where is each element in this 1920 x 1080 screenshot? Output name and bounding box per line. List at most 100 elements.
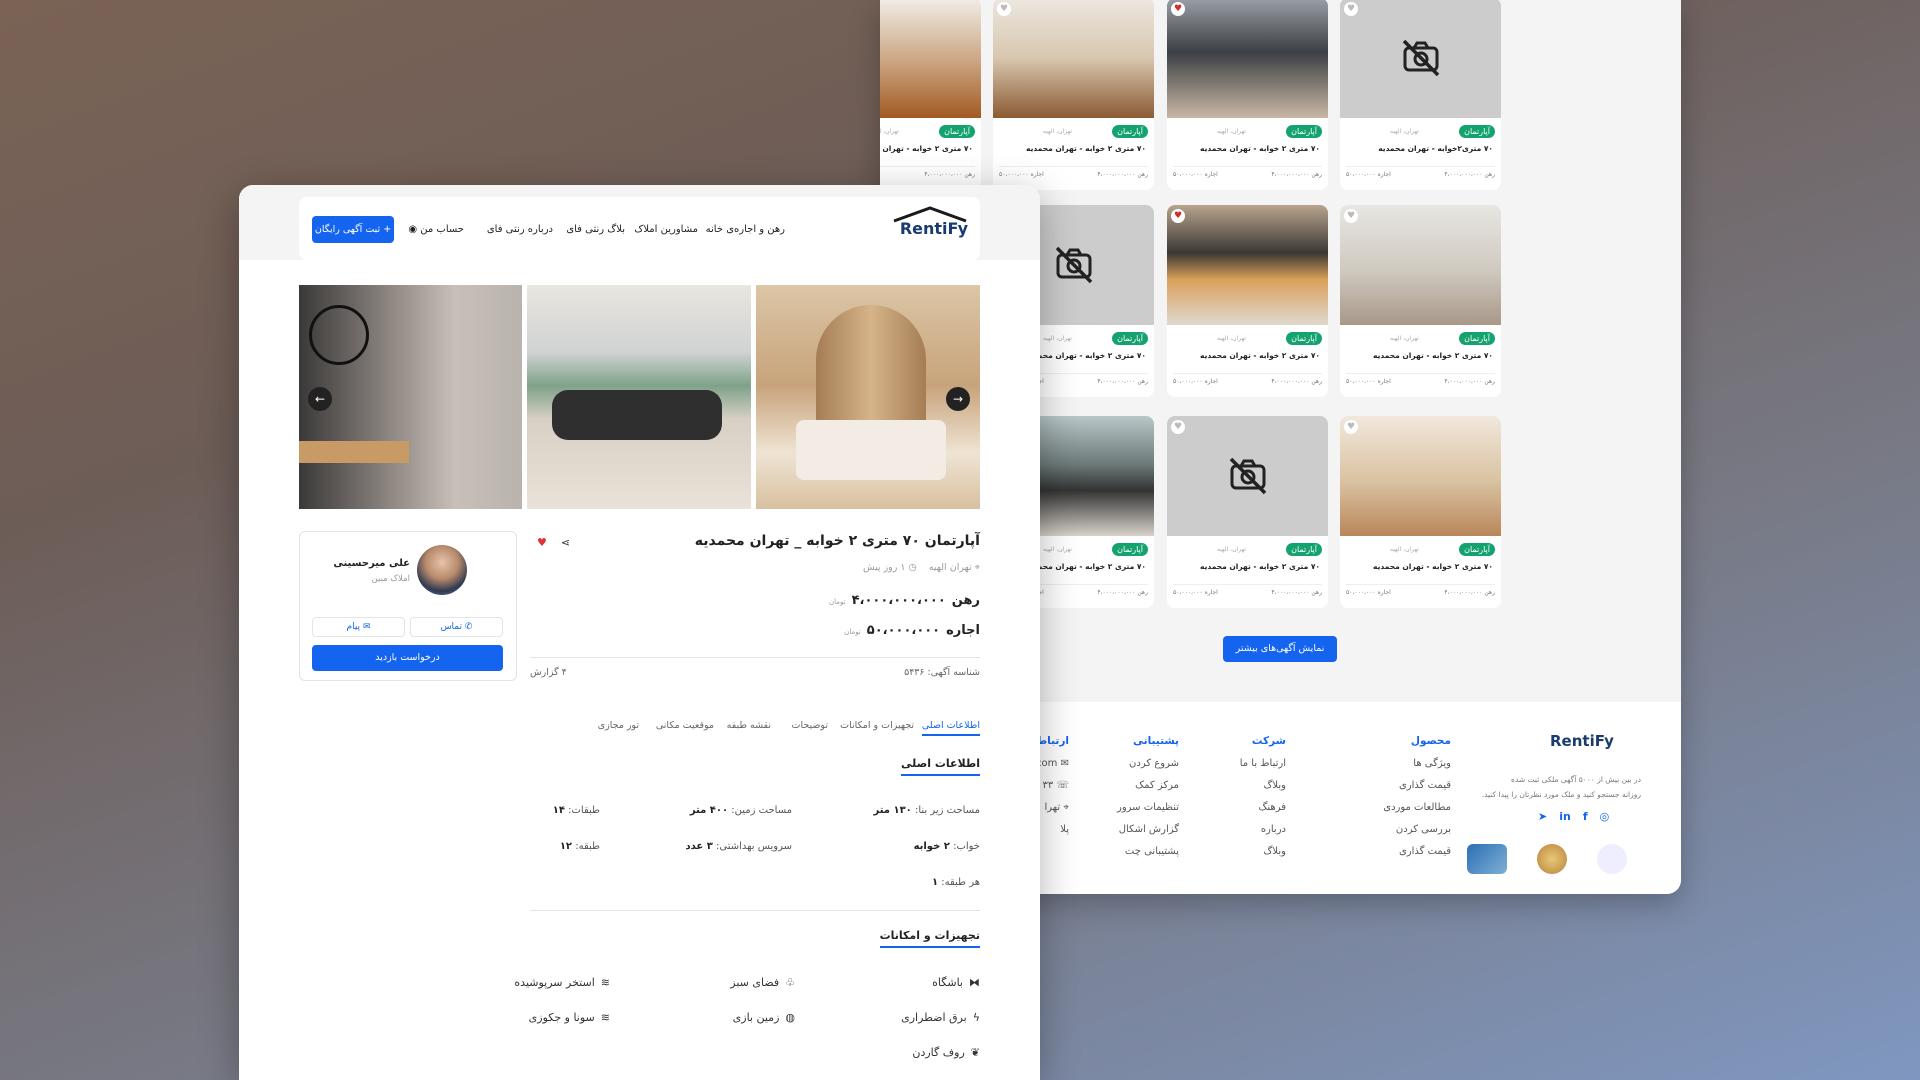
amenity-generator: ϟ برق اضطراری — [901, 1011, 980, 1024]
share-icon[interactable]: ⋖ — [561, 536, 570, 549]
listing-card[interactable]: ♥ آپارتمان تهران، الهیه ۷۰ متری ۲ خوابه … — [1167, 205, 1328, 397]
listing-detail-page: RentiFy رهن و اجاره‌ی خانه مشاورین املاک… — [239, 185, 1040, 1080]
tab-floor-plan[interactable]: نقشه طبقه — [727, 720, 771, 731]
linkedin-icon[interactable]: in — [1559, 810, 1571, 823]
listing-card[interactable]: ♥ آپارتمان تهران، الهیه ۷۰ متری۲خوابه - … — [1340, 0, 1501, 190]
agent-agency: املاک مبین — [371, 574, 410, 584]
listing-photo — [1167, 205, 1328, 325]
ad-id: شناسه آگهی: ۵۴۳۶ — [904, 667, 980, 678]
listing-photo — [1340, 205, 1501, 325]
land-area: مساحت زمین: ۴۰۰ متر — [689, 805, 792, 816]
agent-name: علی میرحسینی — [333, 558, 410, 569]
favorite-icon[interactable]: ♥ — [1344, 2, 1358, 16]
mortgage-price: رهن ۴،۰۰۰،۰۰۰،۰۰۰ تومان — [829, 593, 980, 608]
tab-main-info[interactable]: اطلاعات اصلی — [921, 720, 980, 736]
instagram-icon[interactable]: ◎ — [1600, 810, 1610, 823]
report-count[interactable]: ۴ گزارش — [530, 667, 567, 678]
plant-icon: ❦ — [970, 1046, 980, 1059]
user-icon: ◉ — [408, 224, 418, 235]
card-location: تهران، الهیه — [1390, 128, 1419, 135]
amenities-heading: تجهیزات و امکانات — [879, 929, 980, 948]
amenity-playground: ◍ زمین بازی — [732, 1011, 795, 1024]
footer-logo: RentiFy — [1550, 732, 1614, 750]
favorite-icon[interactable]: ♥ — [537, 536, 547, 549]
tab-description[interactable]: توضیحات — [792, 720, 828, 731]
favorite-icon[interactable]: ♥ — [1171, 420, 1185, 434]
floor-number: طبقه: ۱۲ — [559, 841, 600, 852]
bedrooms: خواب: ۲ خوابه — [913, 841, 980, 852]
pin-icon: ⌖ — [974, 562, 980, 573]
main-info-heading: اطلاعات اصلی — [900, 757, 980, 776]
plug-icon: ϟ — [972, 1011, 980, 1024]
agent-card: علی میرحسینی املاک مبین ✆ تماس ✉ پیام در… — [299, 531, 517, 681]
mail-icon: ✉ — [1060, 758, 1069, 769]
house-roof-icon — [893, 206, 967, 223]
show-more-button[interactable]: نمایش آگهی‌های بیشتر — [1223, 636, 1337, 662]
listing-card[interactable]: ♥ آپارتمان تهران، الهیه ۷۰ متری ۲ خوابه … — [993, 0, 1154, 190]
favorite-icon[interactable]: ♥ — [997, 2, 1011, 16]
built-area: مساحت زیر بنا: ۱۳۰ متر — [873, 805, 980, 816]
listing-card[interactable]: ♥ آپارتمان تهران، الهیه ۷۰ متری ۲ خوابه … — [1167, 416, 1328, 608]
tab-location[interactable]: موقعیت مکانی — [656, 720, 714, 731]
nav-item-rent[interactable]: رهن و اجاره‌ی خانه — [706, 224, 785, 235]
phone-icon: ✆ — [464, 622, 473, 632]
header-nav: RentiFy رهن و اجاره‌ی خانه مشاورین املاک… — [299, 197, 980, 260]
listing-photo-living[interactable] — [527, 285, 751, 509]
message-button[interactable]: ✉ پیام — [312, 617, 405, 637]
listing-location: ⌖ تهران الهیه — [928, 562, 980, 573]
badge-logo — [1467, 844, 1507, 874]
facebook-icon[interactable]: f — [1583, 810, 1588, 823]
listing-photo — [993, 0, 1154, 118]
post-ad-button[interactable]: + ثبت آگهی رایگان — [312, 216, 394, 243]
seal-logo — [1537, 844, 1567, 874]
tree-icon: ♧ — [785, 976, 795, 989]
ball-icon: ◍ — [785, 1011, 795, 1024]
rent-price: اجاره ۵۰،۰۰۰،۰۰۰ تومان — [844, 623, 980, 638]
footer-col-company: شرکت ارتباط با ما وبلاگ فرهنگ درباره وبل… — [1239, 735, 1286, 857]
telegram-icon[interactable]: ➤ — [1538, 810, 1547, 823]
tab-virtual-tour[interactable]: تور مجازی — [598, 720, 639, 731]
next-photo-button[interactable]: → — [946, 387, 970, 411]
chat-icon: ✉ — [362, 622, 371, 632]
phone-icon: ☏ — [1056, 780, 1069, 791]
listing-card[interactable]: ♥ آپارتمان تهران، الهیه ۷۰ متری ۲ خوابه … — [880, 0, 981, 190]
pool-icon: ≋ — [600, 976, 610, 989]
favorite-icon[interactable]: ♥ — [1344, 209, 1358, 223]
account-link[interactable]: ◉ حساب من — [408, 224, 464, 235]
listing-card[interactable]: ♥ آپارتمان تهران، الهیه ۷۰ متری ۲ خوابه … — [1340, 416, 1501, 608]
listing-card[interactable]: ♥ آپارتمان تهران، الهیه ۷۰ متری ۲ خوابه … — [1340, 205, 1501, 397]
visit-request-button[interactable]: درخواست بازدید — [312, 645, 503, 671]
amenity-green-space: ♧ فضای سبز — [730, 976, 795, 989]
amenity-pool: ≋ استخر سرپوشیده — [514, 976, 610, 989]
card-title[interactable]: ۷۰ متری۲خوابه - تهران محمدیه — [1378, 144, 1493, 153]
avatar — [417, 545, 467, 595]
call-button[interactable]: ✆ تماس — [410, 617, 503, 637]
favorite-icon[interactable]: ♥ — [1171, 2, 1185, 16]
dumbbell-icon: ⧓ — [969, 976, 980, 989]
units-per-floor: هر طبقه: ۱ — [931, 877, 980, 888]
nav-item-blog[interactable]: بلاگ رنتی فای — [566, 224, 625, 235]
sauna-icon: ≋ — [600, 1011, 610, 1024]
floors-count: طبقات: ۱۴ — [552, 805, 600, 816]
tab-amenities[interactable]: تجهیزات و امکانات — [840, 720, 914, 731]
listing-photo — [1340, 416, 1501, 536]
listing-card[interactable]: ♥ آپارتمان تهران، الهیه ۷۰ متری ۲ خوابه … — [1167, 0, 1328, 190]
nav-item-agents[interactable]: مشاورین املاک — [634, 224, 698, 235]
footer-col-support: پشتیبانی شروع کردن مرکز کمک تنظیمات سرور… — [1117, 735, 1179, 857]
camera-off-icon — [1229, 457, 1266, 495]
favorite-icon[interactable]: ♥ — [1171, 209, 1185, 223]
amenity-gym: ⧓ باشگاه — [932, 976, 980, 989]
camera-off-icon — [1055, 246, 1092, 284]
favorite-icon[interactable]: ♥ — [1344, 420, 1358, 434]
prev-photo-button[interactable]: ← — [308, 387, 332, 411]
clock-icon: ◷ — [908, 562, 917, 573]
enamad-logo — [1597, 844, 1627, 874]
no-image-placeholder — [1340, 0, 1501, 118]
social-icons: ➤ in f ◎ — [1538, 810, 1609, 823]
listing-title: آپارتمان ۷۰ متری ۲ خوابه _ تهران محمدیه — [694, 533, 980, 549]
trust-badges — [1467, 844, 1627, 874]
type-tag: آپارتمان — [1459, 125, 1495, 138]
nav-item-about[interactable]: درباره رنتی فای — [487, 224, 553, 235]
listing-photo-bathroom[interactable] — [299, 285, 522, 509]
amenity-roof-garden: ❦ روف گاردن — [912, 1046, 980, 1059]
